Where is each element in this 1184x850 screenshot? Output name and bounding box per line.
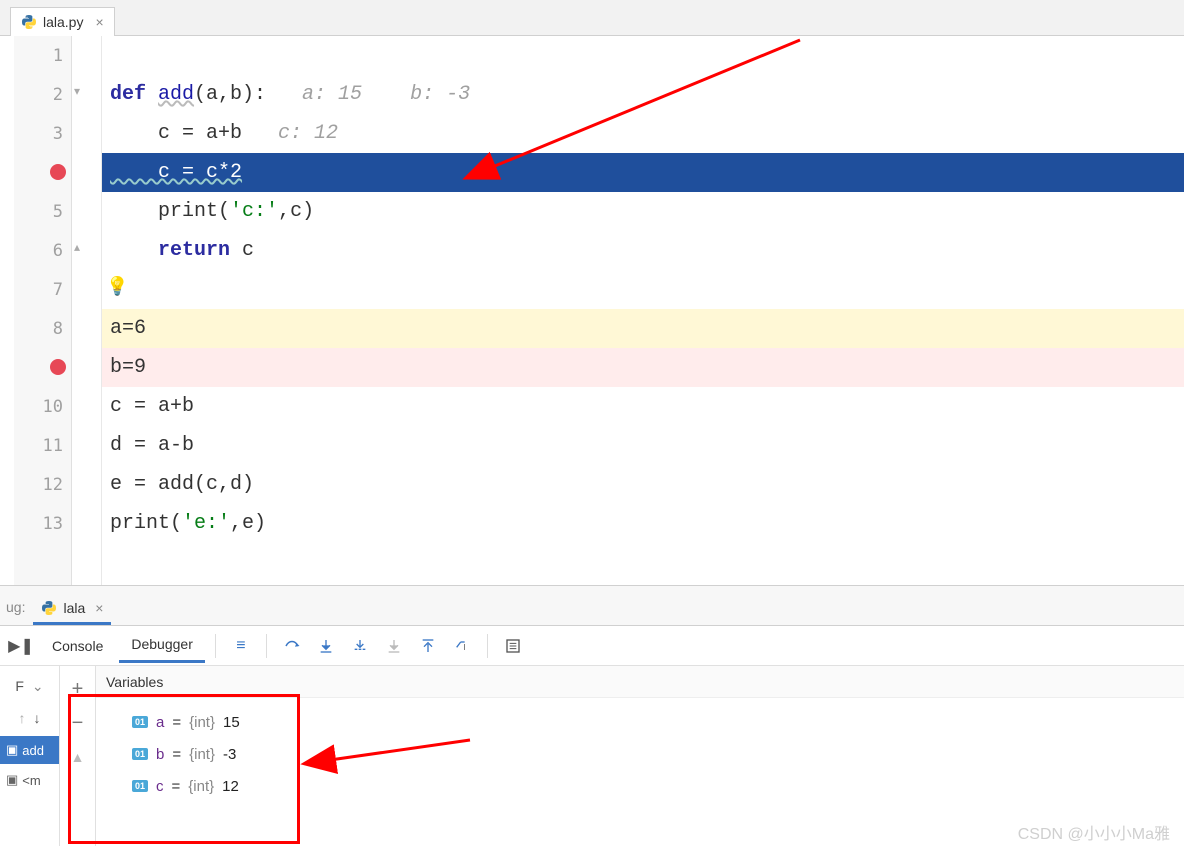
type-badge: 01 (132, 780, 148, 792)
line-number[interactable]: 3 (53, 114, 63, 153)
editor-area: 1 2 3 4 5 6 7 8 9 10 11 12 13 ▾ ▴ 💡 def … (0, 36, 1184, 585)
code-line[interactable]: a=6 (102, 309, 1184, 348)
variable-row[interactable]: 01 b = {int} -3 (132, 738, 1184, 770)
force-step-into-icon[interactable] (379, 631, 409, 661)
code-area[interactable]: def add(a,b): a: 15 b: -3 c = a+b c: 12 … (102, 36, 1184, 585)
line-number[interactable]: 13 (43, 504, 63, 543)
step-over-icon[interactable] (277, 631, 307, 661)
debug-run-tab[interactable]: lala × (33, 594, 111, 625)
fold-icon[interactable]: ▾ (74, 84, 80, 98)
gutter[interactable]: 1 2 3 4 5 6 7 8 9 10 11 12 13 (14, 36, 72, 585)
chevron-down-icon[interactable]: ⌄ (32, 678, 44, 695)
evaluate-expression-icon[interactable] (498, 631, 528, 661)
separator (215, 634, 216, 658)
code-line[interactable] (102, 270, 1184, 309)
separator (266, 634, 267, 658)
stack-frame[interactable]: ▣ <m (0, 766, 59, 794)
var-type: {int} (189, 714, 215, 731)
code-line[interactable]: e = add(c,d) (102, 465, 1184, 504)
remove-watch-icon[interactable]: − (60, 706, 95, 740)
line-number[interactable]: 12 (43, 465, 63, 504)
step-into-icon[interactable] (311, 631, 341, 661)
type-badge: 01 (132, 716, 148, 728)
code-line[interactable]: c = a+b (102, 387, 1184, 426)
line-number[interactable]: 7 (53, 270, 63, 309)
variable-row[interactable]: 01 c = {int} 12 (132, 770, 1184, 802)
frames-label: F (15, 678, 24, 694)
python-icon (21, 14, 37, 30)
var-type: {int} (189, 746, 215, 763)
close-icon[interactable]: × (95, 600, 103, 616)
step-into-my-code-icon[interactable] (345, 631, 375, 661)
restore-layout-icon[interactable]: ▶❚ (6, 631, 36, 661)
add-watch-icon[interactable]: + (60, 672, 95, 706)
code-line[interactable]: def add(a,b): a: 15 b: -3 (102, 75, 1184, 114)
run-to-cursor-icon[interactable]: I (447, 631, 477, 661)
variables-toolbar: + − ▲ (60, 666, 96, 846)
file-tab[interactable]: lala.py × (10, 7, 115, 36)
fold-column (0, 36, 14, 585)
breakpoint-icon[interactable] (50, 164, 66, 180)
var-name: a (156, 714, 164, 731)
line-number[interactable]: 2 (53, 75, 63, 114)
code-line[interactable]: print('c:',c) (102, 192, 1184, 231)
var-type: {int} (188, 778, 214, 795)
code-line[interactable]: return c (102, 231, 1184, 270)
var-value: 12 (222, 778, 239, 795)
code-line[interactable]: d = a-b (102, 426, 1184, 465)
line-number[interactable]: 6 (53, 231, 63, 270)
debug-panel: ug: lala × ▶❚ Console Debugger ≡ I F ⌄ ↑ (0, 586, 1184, 846)
debug-tab-bar: ug: lala × (0, 586, 1184, 626)
debug-panel-label: ug: (6, 599, 25, 625)
next-frame-icon[interactable]: ↓ (34, 710, 41, 726)
debugger-tab[interactable]: Debugger (119, 628, 205, 663)
debug-run-tab-label: lala (63, 600, 85, 616)
separator (487, 634, 488, 658)
line-number[interactable]: 5 (53, 192, 63, 231)
var-name: b (156, 746, 164, 763)
line-number[interactable]: 10 (43, 387, 63, 426)
prev-frame-icon[interactable]: ↑ (19, 710, 26, 726)
threads-icon[interactable]: ≡ (226, 631, 256, 661)
breakpoint-icon[interactable] (50, 359, 66, 375)
gutter-icons: ▾ ▴ 💡 (72, 36, 102, 585)
variables-list: 01 a = {int} 15 01 b = {int} -3 01 (96, 698, 1184, 802)
stack-frame[interactable]: ▣ add (0, 736, 59, 764)
svg-text:I: I (463, 643, 465, 652)
up-icon[interactable]: ▲ (60, 740, 95, 774)
variable-row[interactable]: 01 a = {int} 15 (132, 706, 1184, 738)
type-badge: 01 (132, 748, 148, 760)
var-value: 15 (223, 714, 240, 731)
fold-end-icon[interactable]: ▴ (74, 240, 80, 254)
variables-panel: + − ▲ Variables 01 a = {int} 15 01 b (60, 666, 1184, 846)
step-out-icon[interactable] (413, 631, 443, 661)
console-tab[interactable]: Console (40, 630, 115, 662)
var-value: -3 (223, 746, 236, 763)
python-icon (41, 600, 57, 616)
code-line[interactable]: b=9 (102, 348, 1184, 387)
file-tab-label: lala.py (43, 14, 83, 30)
close-icon[interactable]: × (95, 14, 103, 30)
line-number[interactable]: 8 (53, 309, 63, 348)
line-number[interactable]: 1 (53, 36, 63, 75)
debug-toolbar: ▶❚ Console Debugger ≡ I (0, 626, 1184, 666)
frame-name: <m (22, 773, 40, 788)
frame-layout-icon: ▣ (6, 742, 18, 758)
line-number[interactable]: 11 (43, 426, 63, 465)
variables-header: Variables (96, 666, 1184, 698)
frame-layout-icon: ▣ (6, 772, 18, 788)
code-line-current[interactable]: c = c*2 (102, 153, 1184, 192)
var-name: c (156, 778, 164, 795)
code-line[interactable]: print('e:',e) (102, 504, 1184, 543)
watermark: CSDN @小小小Ma雅 (1018, 820, 1170, 844)
code-line[interactable] (102, 36, 1184, 75)
editor-tab-bar: lala.py × (0, 0, 1184, 36)
code-line[interactable]: c = a+b c: 12 (102, 114, 1184, 153)
frame-controls: F ⌄ ↑ ↓ ▣ add ▣ <m (0, 666, 60, 846)
frame-name: add (22, 743, 44, 758)
